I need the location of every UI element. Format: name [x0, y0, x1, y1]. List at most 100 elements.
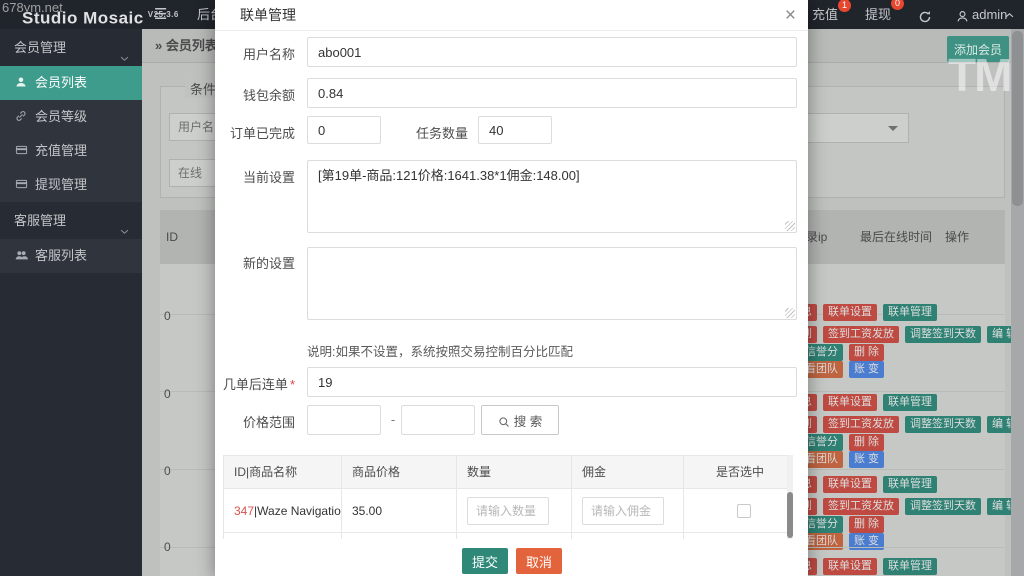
quantity-input[interactable] [467, 497, 549, 525]
action-line: 息联单设置联单管理 [796, 476, 937, 493]
setting-note: 说明:如果不设置，系统按照交易控制百分比匹配 [307, 341, 573, 360]
withdraw-link[interactable]: 提现 0 [865, 0, 891, 29]
product-column-header: 商品价格 [342, 456, 457, 488]
modal-title: 联单管理 [240, 0, 296, 31]
sidebar-item-label: 会员等级 [35, 109, 87, 124]
screen: Studio MosaicV25.3.6 ☰ 后台 充值 1 提现 0 admi… [0, 0, 1024, 576]
site-watermark: 678ym.net [2, 0, 63, 15]
price-min-field[interactable] [307, 405, 381, 435]
new-setting-textarea[interactable] [307, 247, 797, 320]
breadcrumb-arrow-icon: » [155, 38, 162, 53]
recharge-badge: 1 [838, 0, 851, 12]
people-icon [15, 240, 28, 274]
qty-cell [457, 532, 572, 539]
product-price [342, 532, 457, 539]
bg-column-header: 最后在线时间 [860, 210, 932, 264]
orders-done-field[interactable] [307, 116, 381, 144]
submit-button[interactable]: 提交 [462, 548, 508, 574]
recharge-link[interactable]: 充值 1 [812, 0, 838, 29]
delete-button[interactable]: 删 除 [849, 344, 884, 361]
action-line: 息联单设置联单管理 [796, 304, 937, 321]
product-table-scrollbar[interactable] [787, 455, 793, 539]
cancel-button[interactable]: 取消 [516, 548, 562, 574]
checkin-wage-button[interactable]: 签到工资发放 [823, 498, 899, 515]
person-icon [15, 67, 28, 101]
chain-order-manage-button[interactable]: 联单管理 [883, 476, 937, 493]
chain-order-set-button[interactable]: 联单设置 [823, 394, 877, 411]
product-id-name: 347|Waze Navigation [224, 488, 342, 532]
hamburger-icon[interactable]: ☰ [154, 0, 167, 29]
sidebar-item-label: 提现管理 [35, 177, 87, 192]
select-checkbox[interactable] [737, 504, 751, 518]
commission-input[interactable] [582, 497, 664, 525]
product-name: |Waze Navigation [254, 504, 342, 518]
search-button-label: 搜 索 [514, 415, 542, 429]
member-row-id: 0 [164, 387, 171, 401]
price-range-separator: - [388, 405, 398, 435]
product-price: 35.00 [342, 488, 457, 532]
chain-order-modal: 联单管理 × 用户名称 钱包余额 订单已完成 任务数量 当前设置 [第19单-商… [215, 0, 808, 576]
chain-order-manage-button[interactable]: 联单管理 [883, 558, 937, 575]
resize-grip-icon[interactable] [785, 221, 795, 231]
adjust-checkin-days-button[interactable]: 调整签到天数 [905, 498, 981, 515]
action-line: 信誉分删 除 [800, 434, 884, 451]
chain-order-manage-button[interactable]: 联单管理 [883, 394, 937, 411]
sidebar-item-label: 客服列表 [35, 248, 87, 263]
sidebar-item-service-management[interactable]: 客服管理 [0, 202, 142, 239]
delete-button[interactable]: 删 除 [849, 516, 884, 533]
required-asterisk: * [290, 377, 295, 392]
adjust-checkin-days-button[interactable]: 调整签到天数 [905, 326, 981, 343]
page-scrollbar[interactable] [1011, 29, 1024, 576]
username-field[interactable] [307, 37, 797, 67]
page-scrollbar-thumb[interactable] [1012, 31, 1023, 206]
product-table-scrollbar-thumb[interactable] [787, 492, 793, 538]
resize-grip-icon[interactable] [785, 308, 795, 318]
sidebar-item-member-level[interactable]: 会员等级 [0, 100, 142, 134]
admin-menu[interactable]: admin [972, 0, 1007, 29]
sidebar-item-label: 客服管理 [14, 213, 66, 228]
sidebar-item-member-management[interactable]: 会员管理 [0, 29, 142, 66]
search-button[interactable]: 搜 索 [481, 405, 559, 435]
action-line: 信誉分删 除 [800, 344, 884, 361]
close-icon[interactable]: × [785, 2, 796, 29]
account-change-button[interactable]: 账 变 [849, 451, 884, 468]
breadcrumb-label: 会员列表 [166, 38, 218, 53]
select-cell [684, 532, 792, 539]
account-change-button[interactable]: 账 变 [849, 361, 884, 378]
sidebar-item-recharge-management[interactable]: 充值管理 [0, 134, 142, 168]
current-setting-textarea[interactable]: [第19单-商品:121价格:1641.38*1佣金:148.00] [307, 160, 797, 233]
action-line: 息联单设置联单管理 [796, 558, 937, 575]
price-max-field[interactable] [401, 405, 475, 435]
sidebar-item-service-list[interactable]: 客服列表 [0, 239, 142, 273]
delete-button[interactable]: 删 除 [849, 434, 884, 451]
fee-cell [572, 532, 684, 539]
product-row: 347|Waze Navigation35.00 [224, 488, 792, 532]
checkin-wage-button[interactable]: 签到工资发放 [823, 416, 899, 433]
product-column-header: 数量 [457, 456, 572, 488]
balance-field[interactable] [307, 78, 797, 108]
balance-label: 钱包余额 [215, 85, 295, 104]
chain-after-field[interactable] [307, 367, 797, 397]
chain-order-set-button[interactable]: 联单设置 [823, 304, 877, 321]
product-column-header: ID|商品名称 [224, 456, 342, 488]
action-line: 到签到工资发放调整签到天数编 辑 [796, 416, 1022, 433]
sidebar-item-withdraw-management[interactable]: 提现管理 [0, 168, 142, 202]
sidebar-item-member-list[interactable]: 会员列表 [0, 66, 142, 100]
product-column-header: 是否选中 [684, 456, 792, 488]
fee-cell [572, 488, 684, 532]
action-line: 到签到工资发放调整签到天数编 辑 [796, 498, 1022, 515]
chain-order-manage-button[interactable]: 联单管理 [883, 304, 937, 321]
product-table-header-row: ID|商品名称商品价格数量佣金是否选中 [224, 456, 792, 488]
modal-titlebar: 联单管理 × [215, 0, 808, 31]
product-id-name [224, 532, 342, 539]
checkin-wage-button[interactable]: 签到工资发放 [823, 326, 899, 343]
task-count-field[interactable] [478, 116, 552, 144]
chain-order-set-button[interactable]: 联单设置 [823, 558, 877, 575]
chain-order-set-button[interactable]: 联单设置 [823, 476, 877, 493]
adjust-checkin-days-button[interactable]: 调整签到天数 [905, 416, 981, 433]
filter-select[interactable] [807, 113, 909, 143]
action-line: 信誉分删 除 [800, 516, 884, 533]
action-line: 看团队账 变 [800, 451, 884, 468]
refresh-icon[interactable] [918, 1, 932, 30]
member-row-id: 0 [164, 309, 171, 323]
